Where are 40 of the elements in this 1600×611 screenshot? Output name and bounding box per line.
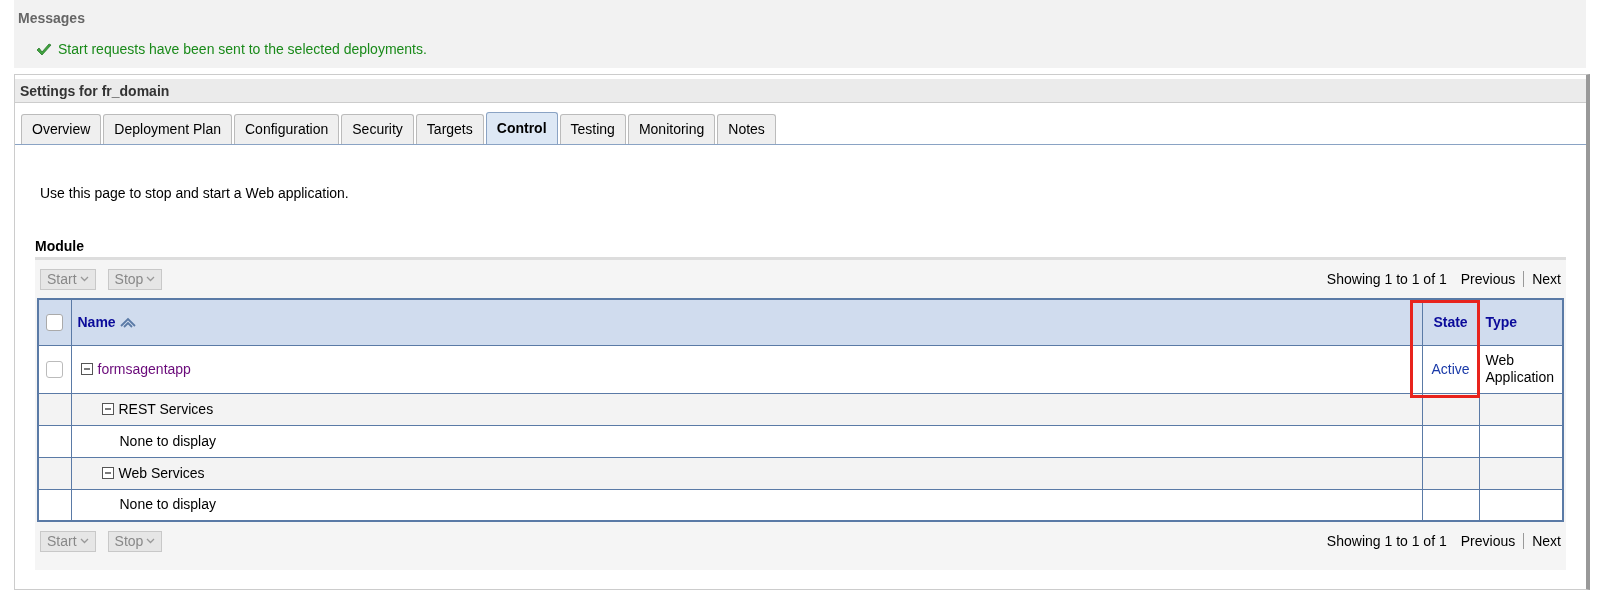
- column-header: Type: [1485, 312, 1518, 332]
- empty-message: None to display: [119, 495, 216, 515]
- next-link[interactable]: Next: [1532, 530, 1561, 552]
- module-title: Module: [35, 237, 85, 256]
- description-text: Use this page to stop and start a Web application.: [40, 184, 350, 203]
- collapse-icon[interactable]: [80, 363, 93, 375]
- select-all-checkbox[interactable]: [46, 313, 64, 331]
- collapse-icon[interactable]: [101, 467, 114, 479]
- group-label: Web Services: [118, 463, 205, 483]
- tab[interactable]: Configuration: [234, 114, 340, 144]
- tab[interactable]: Testing: [559, 114, 626, 144]
- caret-icon: [146, 538, 156, 544]
- paging-range: Showing 1 to 1 of 1: [1326, 531, 1447, 551]
- check-icon: [36, 42, 52, 57]
- tab[interactable]: Deployment Plan: [103, 114, 232, 144]
- message-text: Start requests have been sent to the selected deployments.: [58, 40, 427, 59]
- caret-icon: [79, 276, 89, 282]
- messages-title: Messages: [17, 9, 86, 28]
- tab[interactable]: Security: [341, 114, 414, 144]
- module-link[interactable]: formsagentapp: [97, 358, 191, 380]
- column-header: State: [1433, 312, 1468, 332]
- previous-link[interactable]: Previous: [1460, 268, 1516, 290]
- caret-icon: [146, 276, 156, 282]
- tab[interactable]: Overview: [21, 114, 102, 144]
- tab[interactable]: Notes: [717, 114, 776, 144]
- collapse-icon[interactable]: [101, 403, 114, 415]
- next-link[interactable]: Next: [1532, 268, 1561, 290]
- paging-range: Showing 1 to 1 of 1: [1326, 269, 1447, 289]
- tab[interactable]: Monitoring: [627, 114, 716, 144]
- group-label: REST Services: [118, 399, 214, 419]
- tab[interactable]: Targets: [415, 114, 484, 144]
- tab[interactable]: Control: [485, 112, 558, 144]
- empty-message: None to display: [119, 431, 216, 451]
- row-checkbox[interactable]: [46, 360, 64, 378]
- caret-icon: [79, 538, 89, 544]
- previous-link[interactable]: Previous: [1460, 530, 1516, 552]
- column-header[interactable]: Name: [77, 311, 116, 333]
- type-value: Web Application: [1485, 352, 1554, 385]
- settings-title: Settings for fr_domain: [15, 79, 1586, 103]
- state-value: Active: [1431, 360, 1470, 377]
